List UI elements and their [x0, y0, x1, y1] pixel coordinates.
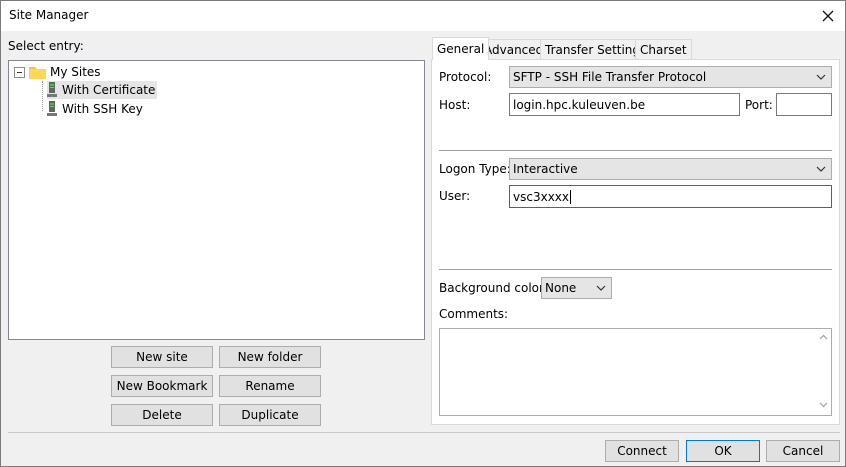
server-icon	[47, 101, 57, 116]
new-folder-button[interactable]: New folder	[219, 346, 321, 368]
protocol-value: SFTP - SSH File Transfer Protocol	[513, 70, 707, 84]
logon-type-label: Logon Type:	[439, 162, 511, 176]
tab-advanced[interactable]: Advanced	[479, 39, 549, 60]
site-tree[interactable]: My Sites With Certificate With SSH Key	[8, 60, 425, 340]
tree-item-with-certificate[interactable]: With Certificate	[47, 81, 158, 99]
title-bar: Site Manager	[1, 1, 845, 31]
comments-textarea[interactable]	[439, 328, 832, 416]
background-color-value: None	[545, 281, 577, 295]
duplicate-button[interactable]: Duplicate	[219, 404, 321, 426]
select-entry-label: Select entry:	[8, 39, 84, 53]
delete-button[interactable]: Delete	[111, 404, 213, 426]
new-site-button[interactable]: New site	[111, 346, 213, 368]
port-label: Port:	[745, 98, 773, 112]
folder-icon	[29, 67, 46, 79]
host-value: login.hpc.kuleuven.be	[513, 97, 646, 112]
footer-separator	[8, 432, 840, 433]
window-title: Site Manager	[9, 8, 89, 22]
background-color-label: Background color:	[439, 281, 548, 295]
tree-guide-line	[42, 81, 43, 111]
chevron-down-icon	[596, 280, 606, 299]
server-icon	[47, 82, 57, 97]
user-value: vsc3xxxx	[513, 189, 569, 204]
tree-item-my-sites[interactable]: My Sites	[14, 63, 101, 81]
new-bookmark-button[interactable]: New Bookmark	[111, 375, 213, 397]
protocol-label: Protocol:	[439, 70, 492, 84]
text-cursor	[570, 189, 571, 204]
chevron-down-icon	[816, 161, 826, 180]
close-x-glyph	[822, 10, 834, 22]
cancel-button[interactable]: Cancel	[766, 440, 840, 462]
connect-button[interactable]: Connect	[605, 440, 679, 462]
tree-item-label: With Certificate	[62, 83, 156, 97]
user-label: User:	[439, 189, 471, 203]
scroll-up-icon[interactable]	[819, 333, 828, 343]
user-input[interactable]: vsc3xxxx	[509, 185, 832, 208]
tree-item-label: My Sites	[50, 65, 101, 79]
protocol-select[interactable]: SFTP - SSH File Transfer Protocol	[509, 66, 832, 88]
site-manager-window: Site Manager Select entry: My Sites With…	[0, 0, 846, 467]
logon-type-value: Interactive	[513, 162, 578, 176]
ok-button[interactable]: OK	[686, 440, 760, 462]
separator	[439, 150, 832, 151]
separator	[439, 269, 832, 270]
host-label: Host:	[439, 98, 471, 112]
logon-type-select[interactable]: Interactive	[509, 158, 832, 180]
tree-item-with-ssh-key[interactable]: With SSH Key	[47, 100, 143, 118]
port-input[interactable]	[776, 93, 832, 116]
collapse-icon[interactable]	[14, 66, 25, 78]
chevron-down-icon	[816, 69, 826, 88]
rename-button[interactable]: Rename	[219, 375, 321, 397]
close-icon[interactable]	[811, 1, 845, 31]
scroll-down-icon[interactable]	[819, 401, 828, 411]
tab-general[interactable]: General	[432, 37, 490, 60]
host-input[interactable]: login.hpc.kuleuven.be	[509, 93, 740, 116]
tab-charset[interactable]: Charset	[635, 39, 692, 60]
tree-item-label: With SSH Key	[62, 102, 143, 116]
background-color-select[interactable]: None	[541, 277, 612, 299]
comments-label: Comments:	[439, 307, 509, 321]
